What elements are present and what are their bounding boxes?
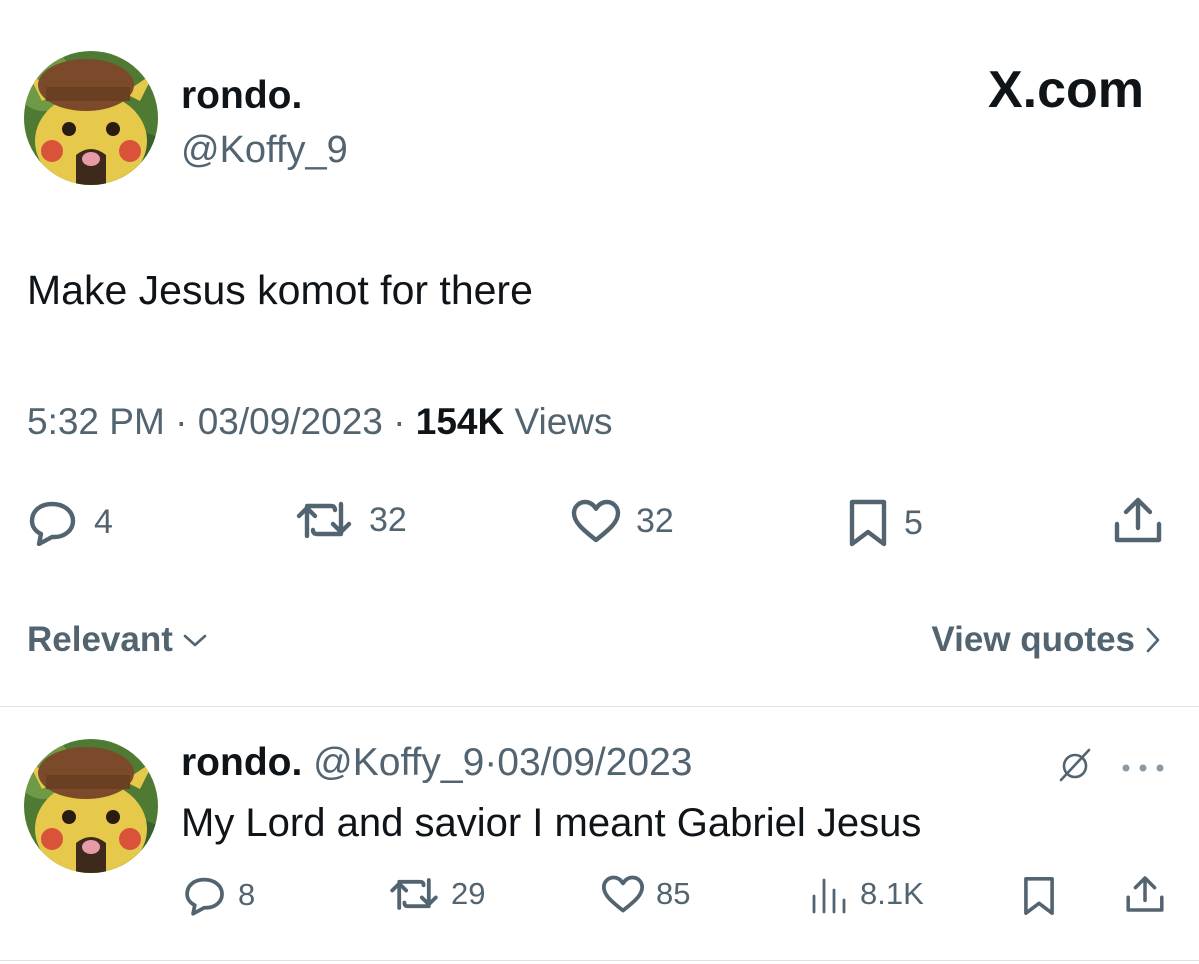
reply-like-count: 85	[656, 876, 691, 911]
reply-views-count: 8.1K	[860, 876, 924, 911]
repost-icon	[390, 878, 438, 910]
reply-like-button[interactable]: 85	[600, 874, 690, 914]
tweet-date[interactable]: 03/09/2023	[198, 401, 383, 442]
sort-label: Relevant	[27, 620, 173, 659]
reply-author-name[interactable]: rondo.	[181, 741, 302, 784]
reply-icon	[185, 877, 224, 916]
reply-bookmark-button[interactable]	[1021, 874, 1057, 918]
x-logo-text: X.com	[987, 61, 1144, 119]
reply-text: My Lord and savior I meant Gabriel Jesus	[181, 801, 922, 845]
reply-author-handle[interactable]: @Koffy_9	[313, 741, 484, 784]
view-quotes-link[interactable]: View quotes	[931, 620, 1163, 660]
reply-views-button[interactable]: 8.1K	[810, 872, 924, 916]
reply-separator: ·	[484, 741, 498, 784]
author-name[interactable]: rondo.	[181, 76, 302, 115]
more-button[interactable]	[1120, 760, 1166, 778]
reply-header: rondo. @Koffy_9·03/09/2023	[181, 743, 693, 782]
grok-button[interactable]	[1055, 745, 1095, 790]
reply-reply-count: 8	[238, 877, 256, 912]
reply-author-avatar[interactable]	[24, 739, 158, 873]
reply-button[interactable]: 4	[26, 498, 113, 546]
more-icon	[1122, 764, 1164, 772]
reply-repost-button[interactable]: 29	[387, 874, 485, 914]
author-avatar[interactable]	[24, 51, 158, 185]
views-count: 154K	[415, 401, 505, 442]
tweet-meta: 5:32 PM · 03/09/2023 · 154K Views	[27, 401, 613, 442]
reply-reply-button[interactable]: 8	[182, 874, 255, 916]
like-button[interactable]: 32	[570, 498, 674, 544]
like-icon	[601, 875, 645, 913]
share-icon	[1126, 876, 1164, 912]
like-icon	[571, 499, 621, 543]
grok-icon	[1059, 748, 1091, 782]
bookmark-icon	[1024, 877, 1054, 915]
tweet-time[interactable]: 5:32 PM	[27, 401, 165, 442]
pikachu-avatar-image	[24, 739, 158, 873]
repost-count: 32	[369, 500, 407, 539]
bookmark-icon	[849, 499, 887, 547]
reply-icon	[29, 501, 76, 546]
view-quotes-label: View quotes	[931, 620, 1135, 659]
share-button[interactable]	[1113, 494, 1163, 546]
reply-share-button[interactable]	[1125, 872, 1165, 916]
bookmark-button[interactable]: 5	[846, 498, 923, 548]
like-count: 32	[636, 501, 674, 540]
author-handle[interactable]: @Koffy_9	[181, 131, 348, 169]
tweet-text: Make Jesus komot for there	[27, 267, 533, 313]
chevron-down-icon	[183, 634, 207, 647]
reply-date[interactable]: 03/09/2023	[497, 741, 692, 784]
reply-count: 4	[94, 502, 113, 541]
chevron-right-icon	[1146, 627, 1160, 653]
bookmark-count: 5	[904, 503, 923, 542]
views-icon	[812, 878, 846, 914]
share-icon	[1114, 497, 1162, 543]
bottom-divider	[0, 960, 1199, 961]
divider	[0, 706, 1199, 707]
repost-icon	[296, 501, 352, 539]
sort-selector[interactable]: Relevant	[27, 620, 209, 660]
views-label: Views	[514, 401, 613, 442]
pikachu-avatar-image	[24, 51, 158, 185]
reply-repost-count: 29	[451, 876, 486, 911]
repost-button[interactable]: 32	[293, 498, 407, 542]
site-label: X.com	[988, 64, 1144, 116]
